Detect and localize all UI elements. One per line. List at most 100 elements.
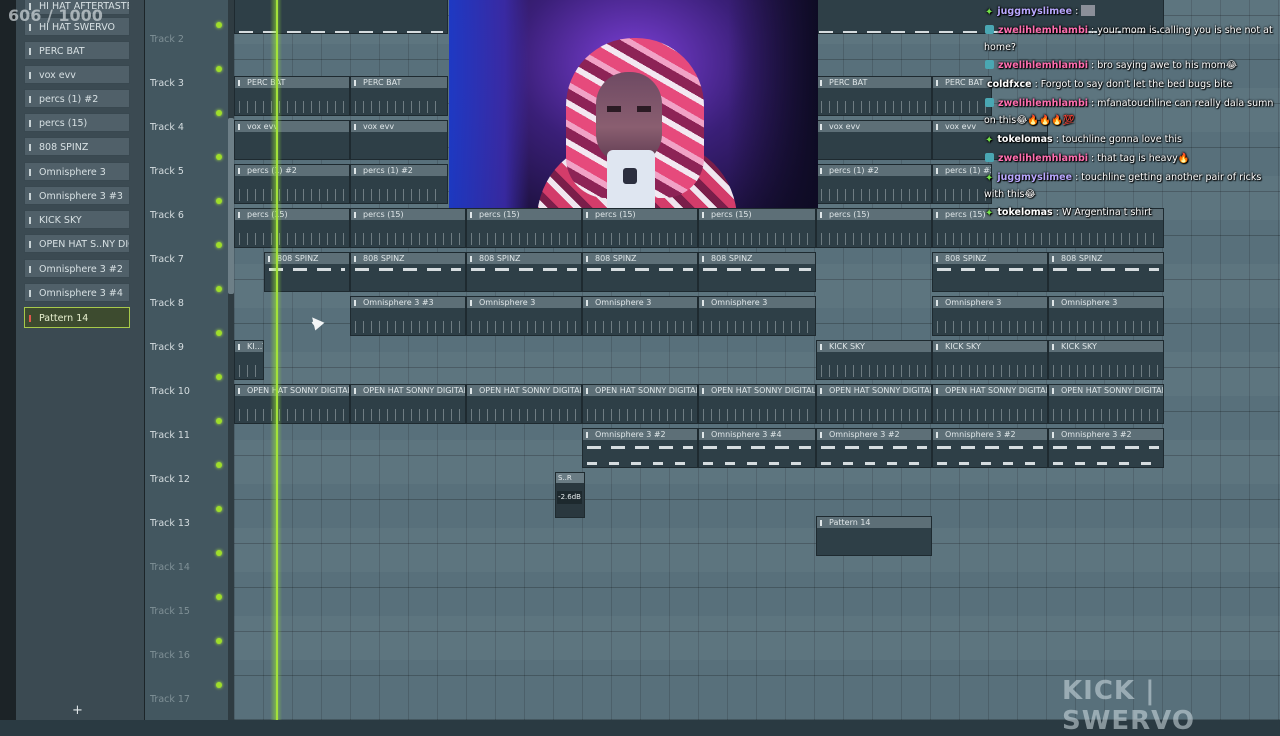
track-mute-led[interactable] <box>216 374 222 380</box>
playlist-clip[interactable]: 808 SPINZ <box>932 252 1048 292</box>
track-headers: Track 2 Track 3 Track 4 Track 5 Track 6 … <box>145 0 231 720</box>
track-label[interactable]: Track 14 <box>150 562 190 573</box>
playhead[interactable] <box>276 0 278 720</box>
playlist-clip[interactable]: Pattern 14 <box>816 516 932 556</box>
track-label[interactable]: Track 9 <box>150 342 184 353</box>
pattern-icon <box>29 315 35 322</box>
pattern-item[interactable]: Omnisphere 3 #2 <box>24 259 130 278</box>
playlist-clip[interactable]: Omnisphere 3 <box>932 296 1048 336</box>
playlist-clip[interactable]: OPEN HAT SONNY DIGITAL <box>234 384 350 424</box>
playlist-clip[interactable]: Omnisphere 3 #2 <box>816 428 932 468</box>
add-pattern-button[interactable]: + <box>72 703 83 718</box>
pattern-item[interactable]: Omnisphere 3 #4 <box>24 283 130 302</box>
playlist-clip[interactable]: percs (1) #2 <box>816 164 932 204</box>
pattern-item[interactable]: 808 SPINZ <box>24 137 130 156</box>
track-label[interactable]: Track 2 <box>150 34 184 45</box>
playlist-clip[interactable]: vox evv <box>816 120 932 160</box>
track-mute-led[interactable] <box>216 594 222 600</box>
track-mute-led[interactable] <box>216 242 222 248</box>
playlist-clip[interactable]: percs (15) <box>350 208 466 248</box>
playlist-clip[interactable]: Omnisphere 3 <box>698 296 816 336</box>
pattern-item[interactable]: vox evv <box>24 65 130 84</box>
playlist-clip[interactable]: percs (1) #2 <box>932 164 992 204</box>
track-mute-led[interactable] <box>216 418 222 424</box>
playlist-clip[interactable]: OPEN HAT SONNY DIGITAL <box>350 384 466 424</box>
track-label[interactable]: Track 13 <box>150 518 190 529</box>
playlist-clip[interactable]: KI...Y <box>234 340 264 380</box>
playlist-clip[interactable]: percs (1) #2 <box>350 164 448 204</box>
playlist-clip[interactable]: PERC BAT <box>816 76 932 116</box>
playlist-clip[interactable]: OPEN HAT SONNY DIGITAL <box>932 384 1048 424</box>
track-label[interactable]: Track 12 <box>150 474 190 485</box>
playlist-clip[interactable]: Omnisphere 3 <box>466 296 582 336</box>
playlist-clip[interactable]: percs (1) #2 <box>234 164 350 204</box>
emote-icon <box>1081 5 1096 16</box>
track-label[interactable]: Track 5 <box>150 166 184 177</box>
playlist-clip[interactable]: Omnisphere 3 <box>582 296 698 336</box>
pattern-item[interactable]: percs (1) #2 <box>24 89 130 108</box>
playlist-clip[interactable]: Omnisphere 3 <box>1048 296 1164 336</box>
playlist-clip[interactable]: vox evv <box>350 120 448 160</box>
track-mute-led[interactable] <box>216 550 222 556</box>
playlist-clip[interactable]: percs (15) <box>582 208 698 248</box>
track-label[interactable]: Track 10 <box>150 386 190 397</box>
playlist-clip[interactable]: Omnisphere 3 #3 <box>350 296 466 336</box>
pattern-item[interactable]: OPEN HAT S..NY DIGITAL <box>24 234 130 253</box>
track-label[interactable]: Track 17 <box>150 694 190 705</box>
playlist-clip[interactable]: OPEN HAT SONNY DIGITAL <box>582 384 698 424</box>
channel-watermark: KICK | SWERVO <box>1062 676 1195 736</box>
chat-message: zwelihlemhlambi : your mom is calling yo… <box>984 25 1273 53</box>
pattern-item[interactable]: Omnisphere 3 #3 <box>24 186 130 205</box>
playlist-clip[interactable]: KICK SKY <box>1048 340 1164 380</box>
playlist-clip[interactable]: KICK SKY <box>816 340 932 380</box>
playlist-clip[interactable]: percs (15) <box>466 208 582 248</box>
playlist-clip[interactable]: 808 SPINZ <box>350 252 466 292</box>
playlist-clip[interactable]: Omnisphere 3 #2 <box>1048 428 1164 468</box>
playlist-clip[interactable]: 808 SPINZ <box>582 252 698 292</box>
track-mute-led[interactable] <box>216 506 222 512</box>
track-mute-led[interactable] <box>216 198 222 204</box>
playlist-clip[interactable]: 808 SPINZ <box>1048 252 1164 292</box>
playlist-clip[interactable]: Omnisphere 3 #2 <box>582 428 698 468</box>
star-badge-icon: ✦ <box>985 208 994 219</box>
pattern-item[interactable]: KICK SKY <box>24 210 130 229</box>
track-mute-led[interactable] <box>216 22 222 28</box>
track-mute-led[interactable] <box>216 682 222 688</box>
playlist-clip[interactable]: percs (15) <box>816 208 932 248</box>
track-mute-led[interactable] <box>216 154 222 160</box>
track-label[interactable]: Track 7 <box>150 254 184 265</box>
pattern-item[interactable]: Omnisphere 3 <box>24 162 130 181</box>
playlist-clip[interactable]: 808 SPINZ <box>698 252 816 292</box>
track-mute-led[interactable] <box>216 330 222 336</box>
playlist-clip[interactable]: OPEN HAT SONNY DIGITAL <box>698 384 816 424</box>
track-label[interactable]: Track 11 <box>150 430 190 441</box>
playlist-clip[interactable]: percs (15) <box>234 208 350 248</box>
pattern-item-selected[interactable]: Pattern 14 <box>24 307 130 328</box>
playlist-clip[interactable]: OPEN HAT SONNY DIGITAL <box>816 384 932 424</box>
track-mute-led[interactable] <box>216 286 222 292</box>
playlist-clip[interactable]: Omnisphere 3 #2 <box>932 428 1048 468</box>
playlist-clip[interactable]: PERC BAT <box>350 76 448 116</box>
track-mute-led[interactable] <box>216 638 222 644</box>
playlist-clip[interactable]: Omnisphere 3 #4 <box>698 428 816 468</box>
playlist-clip[interactable]: 808 SPINZ <box>466 252 582 292</box>
track-mute-led[interactable] <box>216 110 222 116</box>
track-mute-led[interactable] <box>216 462 222 468</box>
playlist-clip[interactable]: PERC BAT <box>234 76 350 116</box>
playlist-clip[interactable] <box>234 0 448 34</box>
track-label[interactable]: Track 15 <box>150 606 190 617</box>
playlist-clip[interactable]: PERC BAT <box>932 76 992 116</box>
playlist-clip[interactable]: percs (15) <box>698 208 816 248</box>
track-label[interactable]: Track 6 <box>150 210 184 221</box>
playlist-clip[interactable]: OPEN HAT SONNY DIGITAL <box>1048 384 1164 424</box>
track-label[interactable]: Track 16 <box>150 650 190 661</box>
track-label[interactable]: Track 3 <box>150 78 184 89</box>
pattern-item[interactable]: percs (15) <box>24 113 130 132</box>
track-label[interactable]: Track 4 <box>150 122 184 133</box>
pattern-item[interactable]: PERC BAT <box>24 41 130 60</box>
playlist-clip[interactable]: OPEN HAT SONNY DIGITAL <box>466 384 582 424</box>
playlist-clip[interactable]: vox evv <box>234 120 350 160</box>
playlist-clip[interactable]: KICK SKY <box>932 340 1048 380</box>
track-label[interactable]: Track 8 <box>150 298 184 309</box>
track-mute-led[interactable] <box>216 66 222 72</box>
